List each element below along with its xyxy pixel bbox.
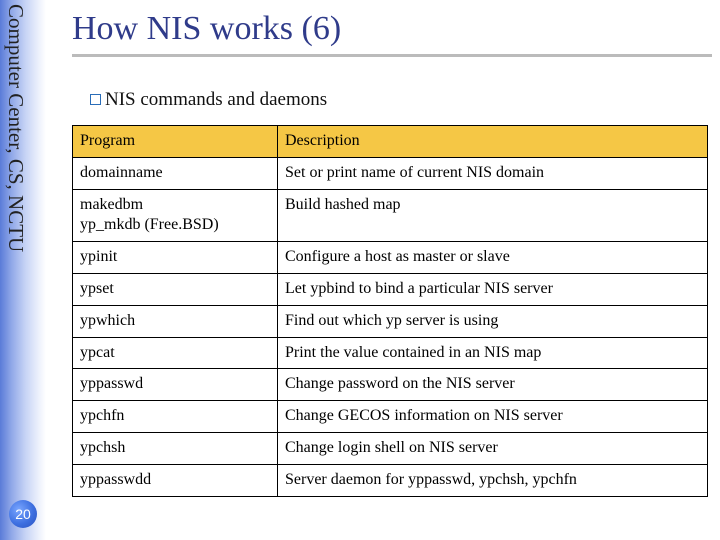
cell-description: Server daemon for yppasswd, ypchsh, ypch… [278,464,708,496]
cell-description: Let ypbind to bind a particular NIS serv… [278,273,708,305]
th-program: Program [73,126,278,158]
cell-description: Change GECOS information on NIS server [278,401,708,433]
sidebar-gradient: Computer Center, CS, NCTU 20 [0,0,46,540]
cell-description: Find out which yp server is using [278,305,708,337]
cell-program: ypinit [73,242,278,274]
cell-program: ypchsh [73,432,278,464]
section-subheading: NIS commands and daemons [90,89,710,111]
cell-description: Configure a host as master or slave [278,242,708,274]
table-row: ypinit Configure a host as master or sla… [73,242,708,274]
th-description: Description [278,126,708,158]
nis-commands-table: Program Description domainname Set or pr… [72,125,708,497]
page-number-badge: 20 [9,500,37,528]
table-row: ypcat Print the value contained in an NI… [73,337,708,369]
table-row: ypwhich Find out which yp server is usin… [73,305,708,337]
table-row: ypset Let ypbind to bind a particular NI… [73,273,708,305]
cell-description: Set or print name of current NIS domain [278,157,708,189]
sidebar-org-text: Computer Center, CS, NCTU [3,4,28,252]
bullet-square-icon [90,94,101,105]
slide-content: How NIS works (6) NIS commands and daemo… [72,10,710,497]
cell-description: Build hashed map [278,189,708,242]
slide-title: How NIS works (6) [72,10,710,48]
cell-program: ypset [73,273,278,305]
cell-program: domainname [73,157,278,189]
table-row: domainname Set or print name of current … [73,157,708,189]
cell-program: ypwhich [73,305,278,337]
cell-program: yppasswdd [73,464,278,496]
cell-description: Change login shell on NIS server [278,432,708,464]
cell-program: yppasswd [73,369,278,401]
cell-description: Print the value contained in an NIS map [278,337,708,369]
cell-description: Change password on the NIS server [278,369,708,401]
cell-program: ypchfn [73,401,278,433]
title-divider [72,54,712,57]
table-row: yppasswd Change password on the NIS serv… [73,369,708,401]
cell-program: ypcat [73,337,278,369]
table-row: ypchfn Change GECOS information on NIS s… [73,401,708,433]
table-row: makedbm yp_mkdb (Free.BSD) Build hashed … [73,189,708,242]
table-header-row: Program Description [73,126,708,158]
table-row: yppasswdd Server daemon for yppasswd, yp… [73,464,708,496]
subheading-text: NIS commands and daemons [105,89,327,110]
cell-program: makedbm yp_mkdb (Free.BSD) [73,189,278,242]
table-row: ypchsh Change login shell on NIS server [73,432,708,464]
